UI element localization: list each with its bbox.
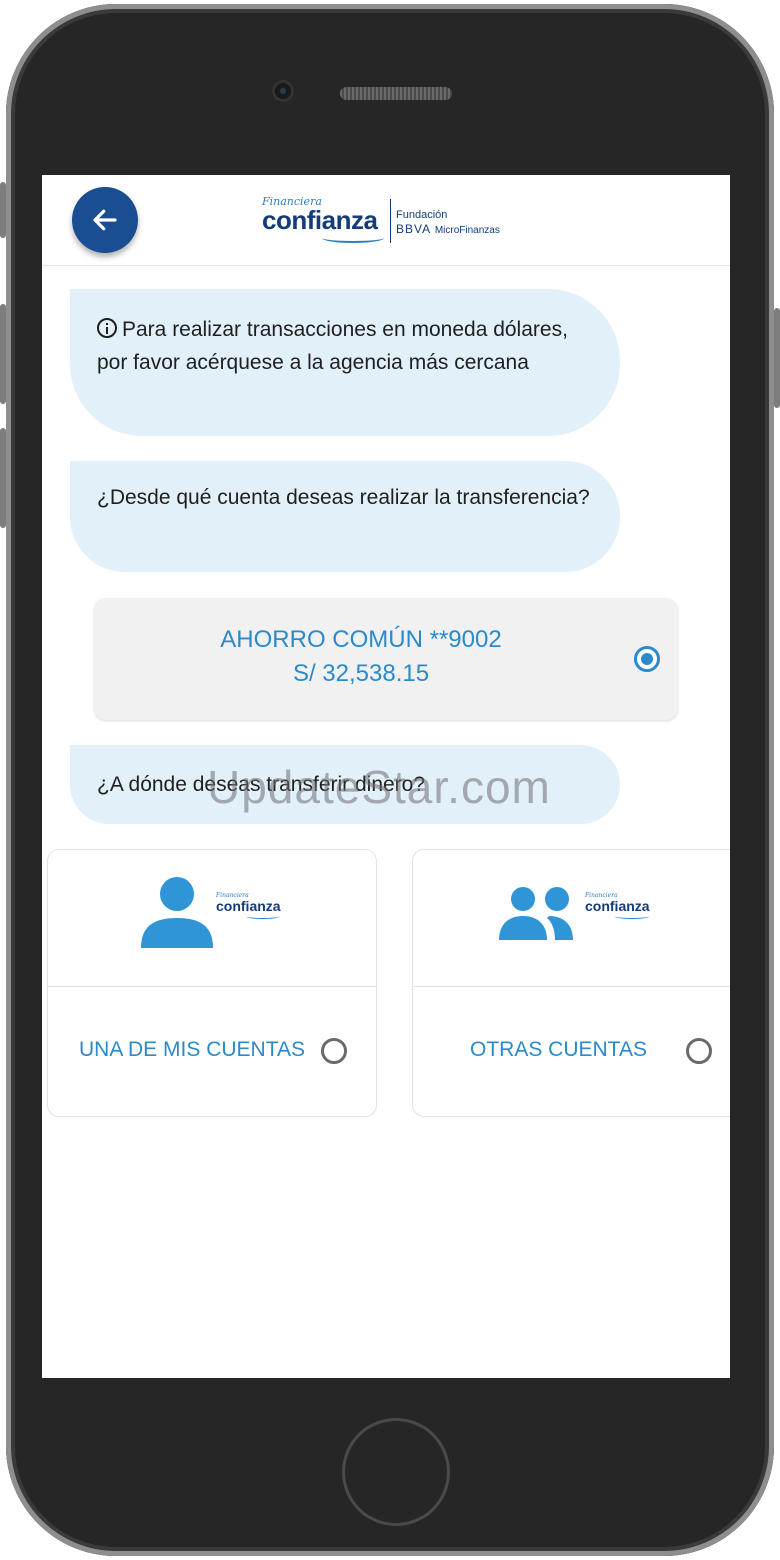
mini-logo-swoosh [615,914,649,919]
front-camera [272,80,294,102]
mini-logo-brand-text: confianza [216,898,281,914]
arrow-left-icon [93,209,117,231]
other-accounts-radio[interactable] [686,1038,712,1064]
info-icon [97,318,117,338]
logo-swoosh [322,233,384,243]
option-image-area: Financiera confianza [413,850,730,987]
info-message-bubble: Para realizar transacciones en moneda dó… [70,289,620,436]
app-header: Financiera confianza Fundación BBVA Micr… [42,175,730,266]
logo-microfinanzas-text: MicroFinanzas [434,225,500,236]
my-accounts-radio[interactable] [321,1038,347,1064]
info-message-text: Para realizar transacciones en moneda dó… [97,318,568,374]
mini-logo-swoosh [246,914,280,919]
person-icon [141,877,213,948]
watermark-text: UpdateStar.com [207,761,551,813]
option-label-other-accounts: OTRAS CUENTAS [470,1038,647,1061]
option-card-my-accounts[interactable]: Financiera confianza UNA DE MIS CUENTAS [47,849,377,1117]
account-name: AHORRO COMÚN **9002 [220,626,502,653]
logo-divider [390,199,391,243]
mute-switch [0,182,6,238]
account-radio-selected[interactable] [634,646,660,672]
mini-logo-brand-text: confianza [585,898,650,914]
account-balance: S/ 32,538.15 [292,660,430,687]
option-label-my-accounts: UNA DE MIS CUENTAS [79,1038,305,1061]
volume-up-button [0,304,6,404]
question-origin-bubble: ¿Desde qué cuenta deseas realizar la tra… [70,461,620,572]
option-image-area: Financiera confianza [48,850,376,987]
back-button[interactable] [72,187,138,253]
logo-bbva-line: BBVA MicroFinanzas [396,222,500,236]
question-origin-text: ¿Desde qué cuenta deseas realizar la tra… [97,486,590,509]
earpiece-speaker [340,87,452,100]
volume-down-button [0,428,6,528]
home-button[interactable] [342,1418,450,1526]
logo-fundacion-text: Fundación [396,209,448,221]
logo-brand-text: confianza [262,205,378,235]
account-option-card[interactable]: AHORRO COMÚN **9002 S/ 32,538.15 [94,598,678,720]
power-button [774,308,780,408]
people-icon [499,887,573,940]
option-card-other-accounts[interactable]: Financiera confianza OTRAS CUENTAS [412,849,730,1117]
logo-bbva-text: BBVA [396,222,431,236]
